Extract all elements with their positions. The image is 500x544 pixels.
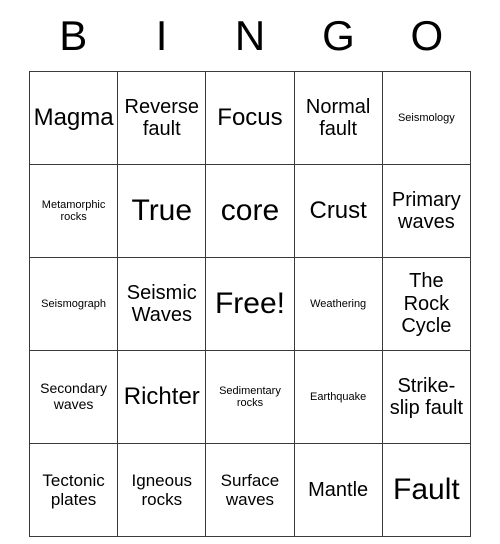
bingo-row: Tectonic plates Igneous rocks Surface wa…: [28, 443, 472, 537]
bingo-row: Metamorphic rocks True core Crust Primar…: [28, 164, 472, 258]
bingo-cell[interactable]: Reverse fault: [117, 71, 207, 165]
bingo-header: B I N G O: [29, 0, 471, 71]
header-letter-b: B: [59, 11, 88, 59]
bingo-cell[interactable]: Magma: [28, 71, 119, 165]
bingo-cell[interactable]: Richter: [117, 350, 207, 444]
bingo-row: Secondary waves Richter Sedimentary rock…: [28, 350, 472, 444]
header-letter-i: I: [155, 11, 168, 59]
bingo-cell[interactable]: Surface waves: [205, 443, 295, 537]
bingo-cell[interactable]: Crust: [293, 164, 383, 258]
bingo-cell[interactable]: Sedimentary rocks: [205, 350, 295, 444]
bingo-cell[interactable]: core: [205, 164, 295, 258]
bingo-cell[interactable]: Normal fault: [293, 71, 383, 165]
bingo-cell[interactable]: Mantle: [293, 443, 383, 537]
bingo-cell[interactable]: Earthquake: [293, 350, 383, 444]
header-letter-g: G: [322, 11, 355, 59]
bingo-cell[interactable]: Seismology: [381, 71, 472, 165]
bingo-row: Magma Reverse fault Focus Normal fault S…: [28, 71, 472, 165]
bingo-cell[interactable]: Tectonic plates: [28, 443, 119, 537]
bingo-cell[interactable]: Seismic Waves: [117, 257, 207, 351]
bingo-cell[interactable]: True: [117, 164, 207, 258]
bingo-cell[interactable]: The Rock Cycle: [381, 257, 472, 351]
header-letter-o: O: [410, 11, 444, 59]
bingo-cell[interactable]: Focus: [205, 71, 295, 165]
bingo-cell[interactable]: Strike-slip fault: [381, 350, 472, 444]
bingo-cell[interactable]: Seismograph: [28, 257, 119, 351]
bingo-grid: Magma Reverse fault Focus Normal fault S…: [28, 71, 472, 537]
bingo-cell[interactable]: Fault: [381, 443, 472, 537]
bingo-cell[interactable]: Metamorphic rocks: [28, 164, 119, 258]
bingo-cell[interactable]: Primary waves: [381, 164, 472, 258]
bingo-cell[interactable]: Secondary waves: [28, 350, 119, 444]
header-letter-n: N: [234, 11, 266, 59]
bingo-cell[interactable]: Igneous rocks: [117, 443, 207, 537]
bingo-cell[interactable]: Weathering: [293, 257, 383, 351]
bingo-cell-free[interactable]: Free!: [205, 257, 295, 351]
bingo-card: B I N G O Magma Reverse fault Focus Norm…: [28, 0, 472, 537]
bingo-row: Seismograph Seismic Waves Free! Weatheri…: [28, 257, 472, 351]
